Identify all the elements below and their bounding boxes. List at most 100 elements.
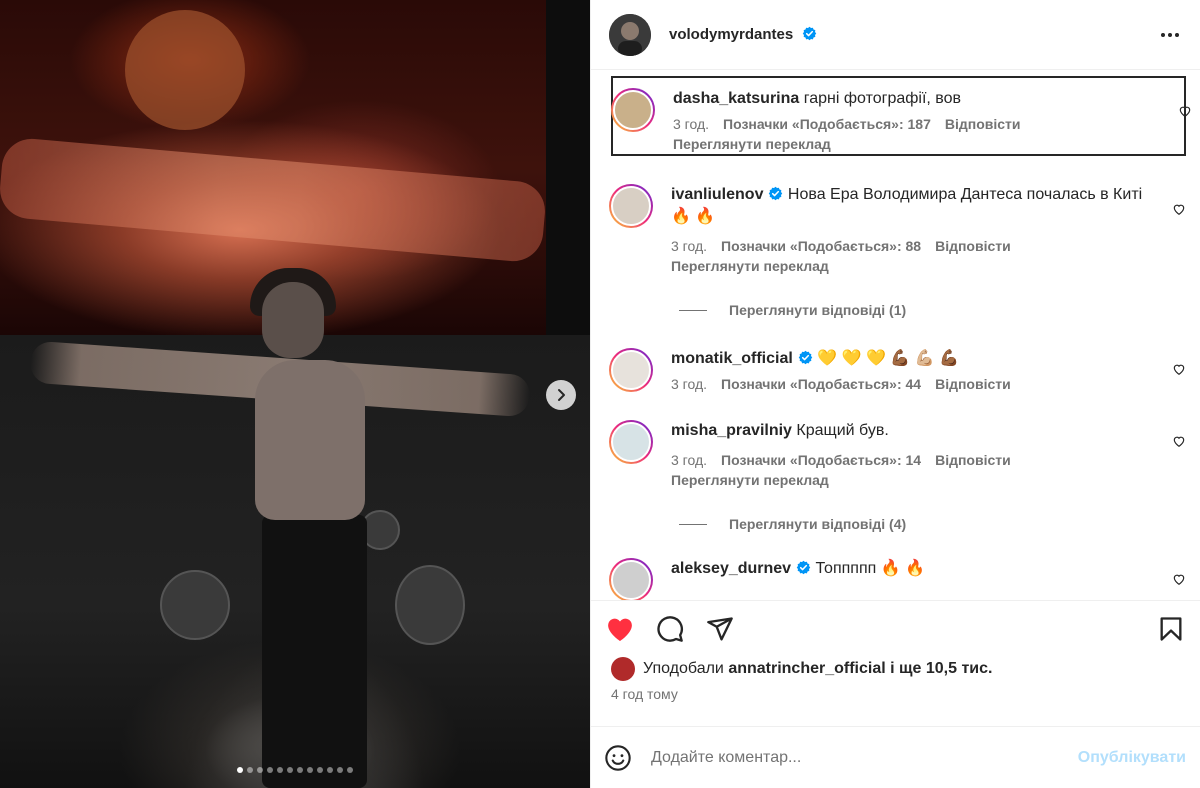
save-button[interactable] bbox=[1156, 614, 1186, 644]
comment-like-icon[interactable] bbox=[1178, 104, 1192, 118]
comment-avatar[interactable] bbox=[609, 558, 653, 600]
comment-text: Топпппп 🔥 🔥 bbox=[815, 560, 926, 577]
comment-avatar[interactable] bbox=[611, 88, 655, 132]
comment-text: Кращий був. bbox=[796, 422, 889, 439]
add-comment-bar: Опублікувати bbox=[591, 726, 1200, 788]
comment-like-icon[interactable] bbox=[1172, 362, 1186, 376]
comment-time[interactable]: 3 год. bbox=[673, 116, 709, 132]
author-username[interactable]: volodymyrdantes bbox=[669, 26, 817, 43]
comment-text: гарні фотографії, вов bbox=[803, 90, 962, 107]
likes-summary[interactable]: Уподобали annatrincher_official і ще 10,… bbox=[591, 656, 1200, 682]
comment-like-icon[interactable] bbox=[1172, 434, 1186, 448]
see-translation-button[interactable]: Переглянути переклад bbox=[673, 136, 1160, 152]
reply-button[interactable]: Відповісти bbox=[935, 376, 1011, 392]
comment-avatar-image bbox=[611, 186, 651, 226]
comment-username[interactable]: ivanliulenov bbox=[671, 186, 763, 203]
carousel-dot bbox=[287, 767, 293, 773]
comment-likes[interactable]: Позначки «Подобається»: 88 bbox=[721, 238, 921, 254]
comment-input[interactable] bbox=[651, 748, 1078, 767]
publish-button[interactable]: Опублікувати bbox=[1078, 749, 1186, 767]
comment-likes[interactable]: Позначки «Подобається»: 14 bbox=[721, 452, 921, 468]
carousel-dot bbox=[277, 767, 283, 773]
screen-frame bbox=[546, 0, 590, 335]
carousel-dot bbox=[297, 767, 303, 773]
comment-avatar-image bbox=[611, 422, 651, 462]
comment-button[interactable] bbox=[655, 614, 685, 644]
author-avatar[interactable] bbox=[609, 13, 651, 56]
post-viewer: volodymyrdantes dasha_katsurina гарні фо… bbox=[0, 0, 1200, 788]
verified-badge-icon bbox=[796, 560, 811, 575]
post-time[interactable]: 4 год тому bbox=[591, 686, 1200, 708]
reply-button[interactable]: Відповісти bbox=[935, 452, 1011, 468]
liker-username[interactable]: annatrincher_official bbox=[728, 660, 885, 678]
view-replies-button[interactable]: Переглянути відповіді (1) bbox=[591, 300, 1200, 320]
comment-avatar-image bbox=[613, 90, 653, 130]
smiley-icon bbox=[605, 744, 631, 771]
comment-item: aleksey_durnev Топпппп 🔥 🔥 bbox=[591, 558, 1200, 600]
comment-avatar[interactable] bbox=[609, 348, 653, 392]
carousel-dots bbox=[0, 767, 590, 773]
comment-time[interactable]: 3 год. bbox=[671, 238, 707, 254]
comment-username[interactable]: misha_pravilniy bbox=[671, 422, 792, 439]
post-header: volodymyrdantes bbox=[591, 0, 1200, 70]
comment-body: aleksey_durnev Топпппп 🔥 🔥 bbox=[671, 558, 1182, 600]
liker-avatar[interactable] bbox=[611, 657, 635, 681]
comment-avatar-image bbox=[611, 560, 651, 600]
see-translation-button[interactable]: Переглянути переклад bbox=[671, 472, 1158, 488]
comments-list[interactable]: dasha_katsurina гарні фотографії, вов 3 … bbox=[591, 70, 1200, 600]
carousel-dot bbox=[237, 767, 243, 773]
drum bbox=[160, 570, 230, 640]
comment-avatar-image bbox=[611, 350, 651, 390]
comment-username[interactable]: dasha_katsurina bbox=[673, 90, 799, 107]
carousel-dot bbox=[337, 767, 343, 773]
comment-avatar[interactable] bbox=[609, 184, 653, 228]
projection-figure-head bbox=[125, 10, 245, 130]
emoji-button[interactable] bbox=[603, 743, 633, 773]
comment-like-icon[interactable] bbox=[1172, 572, 1186, 586]
author-username-text: volodymyrdantes bbox=[669, 26, 794, 43]
bookmark-icon bbox=[1160, 616, 1182, 641]
reply-button[interactable]: Відповісти bbox=[945, 116, 1021, 132]
comment-username[interactable]: aleksey_durnev bbox=[671, 560, 791, 577]
comment-body: ivanliulenov Нова Ера Володимира Дантеса… bbox=[671, 184, 1182, 274]
post-actions bbox=[591, 600, 1200, 656]
comment-item: misha_pravilniy Кращий був. 3 год. Позна… bbox=[591, 420, 1200, 488]
view-replies-button[interactable]: Переглянути відповіді (4) bbox=[591, 514, 1200, 534]
paper-plane-icon bbox=[707, 616, 733, 641]
carousel-dot bbox=[327, 767, 333, 773]
comment-like-icon[interactable] bbox=[1172, 202, 1186, 216]
speech-bubble-icon bbox=[657, 615, 683, 642]
comment-item: ivanliulenov Нова Ера Володимира Дантеса… bbox=[591, 184, 1200, 274]
verified-badge-icon bbox=[769, 186, 783, 201]
more-horizontal-icon bbox=[1161, 32, 1179, 37]
chevron-right-icon bbox=[558, 389, 565, 401]
likes-count[interactable]: і ще 10,5 тис. bbox=[890, 660, 992, 678]
post-media[interactable] bbox=[0, 0, 590, 788]
comment-avatar[interactable] bbox=[609, 420, 653, 464]
carousel-dot bbox=[307, 767, 313, 773]
divider-line bbox=[679, 309, 707, 311]
comment-item: monatik_official 💛 💛 💛 💪🏾 💪🏼 💪🏾 3 год. П… bbox=[591, 348, 1200, 392]
reply-button[interactable]: Відповісти bbox=[935, 238, 1011, 254]
view-replies-label: Переглянути відповіді (1) bbox=[729, 302, 907, 318]
more-options-button[interactable] bbox=[1158, 23, 1182, 47]
performer-head bbox=[262, 282, 324, 358]
drum bbox=[395, 565, 465, 645]
comment-likes[interactable]: Позначки «Подобається»: 187 bbox=[723, 116, 931, 132]
comment-time[interactable]: 3 год. bbox=[671, 376, 707, 392]
comment-time[interactable]: 3 год. bbox=[671, 452, 707, 468]
carousel-dot bbox=[257, 767, 263, 773]
comment-body: misha_pravilniy Кращий був. 3 год. Позна… bbox=[671, 420, 1182, 488]
like-button[interactable] bbox=[605, 614, 635, 644]
comment-item: dasha_katsurina гарні фотографії, вов 3 … bbox=[611, 76, 1191, 156]
performer-torso bbox=[255, 360, 365, 520]
comment-username[interactable]: monatik_official bbox=[671, 350, 793, 367]
author-avatar-image bbox=[609, 13, 651, 56]
carousel-dot bbox=[317, 767, 323, 773]
verified-badge-icon bbox=[798, 350, 813, 365]
see-translation-button[interactable]: Переглянути переклад bbox=[671, 258, 1158, 274]
share-button[interactable] bbox=[705, 614, 735, 644]
divider-line bbox=[679, 523, 707, 525]
next-image-button[interactable] bbox=[546, 380, 576, 410]
comment-likes[interactable]: Позначки «Подобається»: 44 bbox=[721, 376, 921, 392]
